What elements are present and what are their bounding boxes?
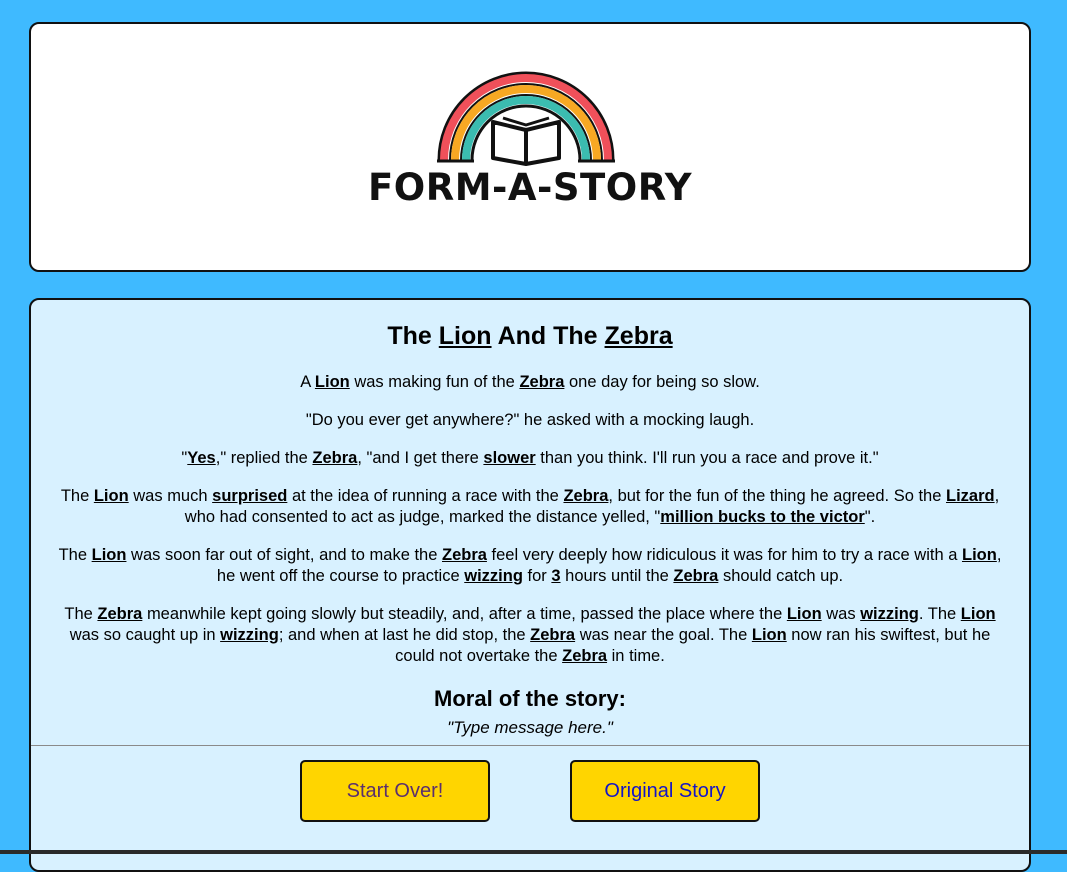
filled-word: Lion: [91, 546, 127, 564]
filled-word: Zebra: [442, 546, 487, 564]
filled-word: Lion: [751, 626, 787, 644]
filled-word: million bucks to the victor: [660, 508, 865, 526]
header-card: FORM-A-STORY: [29, 22, 1031, 272]
filled-word: Zebra: [673, 567, 719, 585]
story-paragraph: The Zebra meanwhile kept going slowly bu…: [64, 605, 996, 665]
bottom-edge: [0, 850, 1067, 854]
filled-word: Zebra: [530, 626, 576, 644]
filled-word: Lion: [314, 373, 350, 391]
story-paragraph: "Do you ever get anywhere?" he asked wit…: [305, 411, 755, 429]
filled-word: Zebra: [519, 373, 565, 391]
filled-word: Zebra: [312, 449, 358, 467]
title-text: And The: [497, 322, 598, 350]
filled-word: Lion: [961, 546, 997, 564]
story-paragraph: A Lion was making fun of the Zebra one d…: [300, 373, 760, 391]
filled-word: wizzing: [860, 605, 919, 623]
title-blank-word: Zebra: [604, 322, 673, 350]
filled-word: 3: [551, 567, 561, 585]
filled-word: surprised: [212, 487, 288, 505]
filled-word: Yes: [187, 449, 216, 467]
filled-word: Lion: [93, 487, 129, 505]
logo-text: FORM-A-STORY: [368, 166, 692, 209]
story-paragraph: The Lion was soon far out of sight, and …: [58, 546, 1002, 585]
story-paragraph: "Yes," replied the Zebra, "and I get the…: [181, 449, 879, 467]
filled-word: Zebra: [97, 605, 143, 623]
story-body: A Lion was making fun of the Zebra one d…: [51, 372, 1009, 684]
rainbow-book-icon: [437, 71, 615, 166]
filled-word: slower: [483, 449, 536, 467]
story-paragraph: The Lion was much surprised at the idea …: [60, 487, 1000, 526]
original-story-button[interactable]: Original Story: [570, 760, 760, 822]
title-blank-word: Lion: [438, 322, 492, 350]
filled-word: Zebra: [562, 647, 608, 665]
filled-word: wizzing: [464, 567, 523, 585]
story-card: The Lion And The Zebra A Lion was making…: [29, 298, 1031, 872]
filled-word: Lizard: [946, 487, 995, 505]
title-text: The: [387, 322, 432, 350]
filled-word: Lion: [786, 605, 822, 623]
moral-heading: Moral of the story:: [434, 686, 626, 711]
story-title: The Lion And The Zebra: [31, 322, 1029, 351]
filled-word: Lion: [960, 605, 996, 623]
filled-word: Zebra: [563, 487, 609, 505]
divider: [31, 745, 1029, 746]
start-over-button[interactable]: Start Over!: [300, 760, 490, 822]
moral-text: "Type message here.": [447, 718, 613, 737]
filled-word: wizzing: [220, 626, 279, 644]
logo: FORM-A-STORY: [31, 24, 1029, 270]
